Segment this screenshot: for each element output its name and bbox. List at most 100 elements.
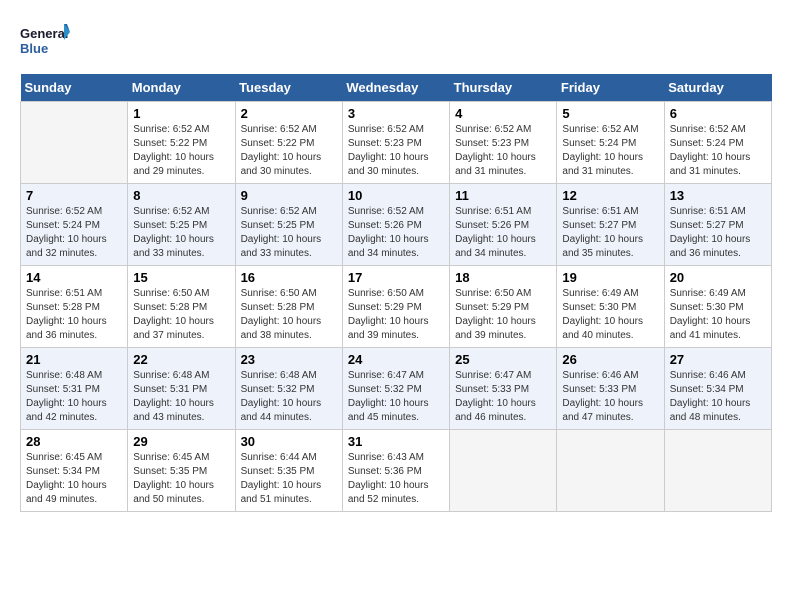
sunset-text: Sunset: 5:33 PM	[562, 383, 658, 397]
daylight-line1: Daylight: 10 hours	[562, 233, 658, 247]
daylight-line1: Daylight: 10 hours	[562, 315, 658, 329]
sunset-text: Sunset: 5:33 PM	[455, 383, 551, 397]
daylight-line1: Daylight: 10 hours	[26, 397, 122, 411]
daylight-line1: Daylight: 10 hours	[241, 233, 337, 247]
calendar-cell	[557, 430, 664, 512]
daylight-line2: and 34 minutes.	[455, 247, 551, 261]
daylight-line2: and 52 minutes.	[348, 493, 444, 507]
sunset-text: Sunset: 5:24 PM	[26, 219, 122, 233]
calendar-cell: 26Sunrise: 6:46 AMSunset: 5:33 PMDayligh…	[557, 348, 664, 430]
day-number: 20	[670, 270, 766, 285]
sunset-text: Sunset: 5:31 PM	[133, 383, 229, 397]
calendar-cell: 1Sunrise: 6:52 AMSunset: 5:22 PMDaylight…	[128, 102, 235, 184]
day-info: Sunrise: 6:51 AMSunset: 5:27 PMDaylight:…	[562, 205, 658, 261]
sunrise-text: Sunrise: 6:50 AM	[241, 287, 337, 301]
sunrise-text: Sunrise: 6:48 AM	[26, 369, 122, 383]
sunrise-text: Sunrise: 6:49 AM	[670, 287, 766, 301]
sunrise-text: Sunrise: 6:52 AM	[455, 123, 551, 137]
calendar-cell: 2 Sunrise: 6:52 AMSunset: 5:22 PMDaylight…	[235, 102, 342, 184]
sunset-text: Sunset: 5:22 PM	[241, 137, 337, 151]
sunrise-text: Sunrise: 6:46 AM	[670, 369, 766, 383]
day-info: Sunrise: 6:46 AMSunset: 5:33 PMDaylight:…	[562, 369, 658, 425]
daylight-line2: and 41 minutes.	[670, 329, 766, 343]
sunset-text: Sunset: 5:22 PM	[133, 137, 229, 151]
calendar-cell	[21, 102, 128, 184]
day-info: Sunrise: 6:45 AMSunset: 5:34 PMDaylight:…	[26, 451, 122, 507]
daylight-line2: and 33 minutes.	[133, 247, 229, 261]
sunset-text: Sunset: 5:35 PM	[133, 465, 229, 479]
day-number: 31	[348, 434, 444, 449]
day-number: 4	[455, 106, 551, 121]
daylight-line1: Daylight: 10 hours	[670, 151, 766, 165]
sunrise-text: Sunrise: 6:52 AM	[241, 205, 337, 219]
day-info: Sunrise: 6:52 AMSunset: 5:22 PMDaylight:…	[241, 123, 337, 179]
daylight-line1: Daylight: 10 hours	[26, 233, 122, 247]
daylight-line2: and 29 minutes.	[133, 165, 229, 179]
svg-text:General: General	[20, 26, 68, 41]
day-info: Sunrise: 6:52 AMSunset: 5:23 PMDaylight:…	[348, 123, 444, 179]
sunset-text: Sunset: 5:24 PM	[562, 137, 658, 151]
week-row-3: 14Sunrise: 6:51 AMSunset: 5:28 PMDayligh…	[21, 266, 772, 348]
day-number: 15	[133, 270, 229, 285]
day-number: 24	[348, 352, 444, 367]
daylight-line2: and 32 minutes.	[26, 247, 122, 261]
day-number: 27	[670, 352, 766, 367]
daylight-line2: and 31 minutes.	[455, 165, 551, 179]
calendar-cell: 25Sunrise: 6:47 AMSunset: 5:33 PMDayligh…	[450, 348, 557, 430]
sunrise-text: Sunrise: 6:52 AM	[26, 205, 122, 219]
sunrise-text: Sunrise: 6:51 AM	[26, 287, 122, 301]
calendar-cell: 15Sunrise: 6:50 AMSunset: 5:28 PMDayligh…	[128, 266, 235, 348]
day-info: Sunrise: 6:48 AMSunset: 5:32 PMDaylight:…	[241, 369, 337, 425]
sunrise-text: Sunrise: 6:48 AM	[133, 369, 229, 383]
daylight-line1: Daylight: 10 hours	[348, 151, 444, 165]
day-info: Sunrise: 6:52 AMSunset: 5:23 PMDaylight:…	[455, 123, 551, 179]
sunset-text: Sunset: 5:31 PM	[26, 383, 122, 397]
sunset-text: Sunset: 5:29 PM	[455, 301, 551, 315]
daylight-line1: Daylight: 10 hours	[562, 151, 658, 165]
day-info: Sunrise: 6:50 AMSunset: 5:29 PMDaylight:…	[455, 287, 551, 343]
daylight-line2: and 38 minutes.	[241, 329, 337, 343]
daylight-line2: and 47 minutes.	[562, 411, 658, 425]
sunset-text: Sunset: 5:25 PM	[241, 219, 337, 233]
day-number: 29	[133, 434, 229, 449]
daylight-line2: and 34 minutes.	[348, 247, 444, 261]
calendar-cell: 16Sunrise: 6:50 AMSunset: 5:28 PMDayligh…	[235, 266, 342, 348]
day-number: 2	[241, 106, 337, 121]
sunset-text: Sunset: 5:26 PM	[348, 219, 444, 233]
sunset-text: Sunset: 5:26 PM	[455, 219, 551, 233]
calendar-cell: 14Sunrise: 6:51 AMSunset: 5:28 PMDayligh…	[21, 266, 128, 348]
day-number: 30	[241, 434, 337, 449]
day-info: Sunrise: 6:52 AMSunset: 5:22 PMDaylight:…	[133, 123, 229, 179]
calendar-cell: 4 Sunrise: 6:52 AMSunset: 5:23 PMDaylight…	[450, 102, 557, 184]
sunrise-text: Sunrise: 6:47 AM	[455, 369, 551, 383]
day-info: Sunrise: 6:44 AMSunset: 5:35 PMDaylight:…	[241, 451, 337, 507]
weekday-header-friday: Friday	[557, 74, 664, 102]
sunrise-text: Sunrise: 6:51 AM	[670, 205, 766, 219]
daylight-line1: Daylight: 10 hours	[26, 479, 122, 493]
calendar-cell: 18Sunrise: 6:50 AMSunset: 5:29 PMDayligh…	[450, 266, 557, 348]
sunrise-text: Sunrise: 6:51 AM	[562, 205, 658, 219]
daylight-line2: and 37 minutes.	[133, 329, 229, 343]
daylight-line2: and 43 minutes.	[133, 411, 229, 425]
day-number: 23	[241, 352, 337, 367]
day-number: 13	[670, 188, 766, 203]
daylight-line1: Daylight: 10 hours	[133, 397, 229, 411]
sunset-text: Sunset: 5:23 PM	[348, 137, 444, 151]
calendar-cell: 28Sunrise: 6:45 AMSunset: 5:34 PMDayligh…	[21, 430, 128, 512]
day-info: Sunrise: 6:45 AMSunset: 5:35 PMDaylight:…	[133, 451, 229, 507]
calendar-cell: 5Sunrise: 6:52 AMSunset: 5:24 PMDaylight…	[557, 102, 664, 184]
sunrise-text: Sunrise: 6:44 AM	[241, 451, 337, 465]
day-info: Sunrise: 6:47 AMSunset: 5:32 PMDaylight:…	[348, 369, 444, 425]
sunset-text: Sunset: 5:32 PM	[241, 383, 337, 397]
daylight-line1: Daylight: 10 hours	[455, 151, 551, 165]
daylight-line1: Daylight: 10 hours	[133, 233, 229, 247]
sunrise-text: Sunrise: 6:47 AM	[348, 369, 444, 383]
daylight-line1: Daylight: 10 hours	[241, 151, 337, 165]
sunset-text: Sunset: 5:28 PM	[241, 301, 337, 315]
sunset-text: Sunset: 5:36 PM	[348, 465, 444, 479]
page-header: General Blue	[20, 20, 772, 64]
weekday-header-sunday: Sunday	[21, 74, 128, 102]
daylight-line1: Daylight: 10 hours	[670, 315, 766, 329]
sunset-text: Sunset: 5:28 PM	[133, 301, 229, 315]
sunrise-text: Sunrise: 6:52 AM	[348, 123, 444, 137]
